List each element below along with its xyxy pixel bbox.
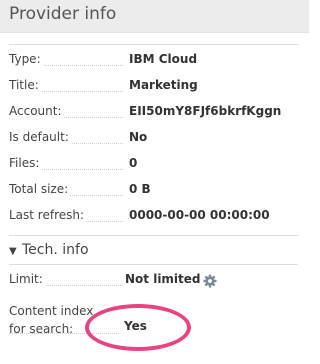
divider bbox=[9, 44, 298, 45]
info-row-content-index: Content index for search: Yes bbox=[9, 302, 299, 342]
last-refresh-value: 0000-00-00 00:00:00 bbox=[129, 208, 270, 222]
account-label: Account: bbox=[9, 104, 64, 118]
total-size-value: 0 B bbox=[129, 182, 151, 196]
info-row-type: Type: IBM Cloud bbox=[9, 52, 299, 70]
info-row-limit: Limit: Not limited bbox=[9, 272, 299, 290]
type-label: Type: bbox=[9, 52, 43, 66]
info-row-files: Files: 0 bbox=[9, 156, 299, 174]
divider bbox=[9, 235, 298, 236]
is-default-value: No bbox=[129, 130, 148, 144]
total-size-label: Total size: bbox=[9, 182, 71, 196]
info-row-title: Title: Marketing bbox=[9, 78, 299, 96]
info-row-account: Account: EII50mY8FJf6bkrfKggn bbox=[9, 104, 299, 122]
content-index-label-line2: for search: bbox=[9, 320, 76, 338]
files-label: Files: bbox=[9, 156, 42, 170]
dot-leader bbox=[9, 333, 119, 334]
panel-title: Provider info bbox=[9, 4, 117, 24]
account-value: EII50mY8FJf6bkrfKggn bbox=[129, 104, 282, 118]
limit-value: Not limited bbox=[125, 272, 201, 286]
type-value: IBM Cloud bbox=[129, 52, 198, 66]
limit-label: Limit: bbox=[9, 272, 45, 286]
divider bbox=[9, 264, 298, 265]
last-refresh-label: Last refresh: bbox=[9, 208, 87, 222]
files-value: 0 bbox=[129, 156, 138, 170]
content-index-value: Yes bbox=[124, 319, 147, 333]
content-index-label-line1: Content index bbox=[9, 302, 96, 320]
info-row-total-size: Total size: 0 B bbox=[9, 182, 299, 200]
panel-header: Provider info bbox=[0, 0, 309, 33]
tech-info-title: Tech. info bbox=[22, 242, 89, 258]
title-label: Title: bbox=[9, 78, 41, 92]
info-row-is-default: Is default: No bbox=[9, 130, 299, 148]
gear-icon[interactable] bbox=[203, 274, 217, 288]
caret-down-icon: ▼ bbox=[9, 246, 17, 257]
is-default-label: Is default: bbox=[9, 130, 71, 144]
title-value: Marketing bbox=[129, 78, 198, 92]
info-row-last-refresh: Last refresh: 0000-00-00 00:00:00 bbox=[9, 208, 299, 226]
